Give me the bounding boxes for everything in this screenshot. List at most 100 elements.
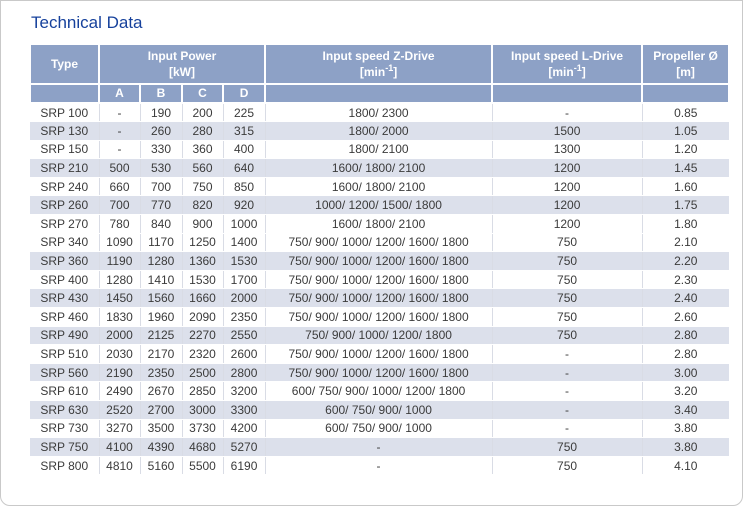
header-input-power-label: Input Power bbox=[100, 48, 264, 64]
cell-propeller: 0.85 bbox=[642, 103, 729, 122]
cell-propeller: 2.60 bbox=[642, 308, 729, 327]
table-row: SRP 100-1902002251800/ 2300-0.85 bbox=[30, 103, 729, 122]
cell-power-c: 3000 bbox=[182, 401, 223, 420]
cell-power-a: 780 bbox=[99, 215, 140, 234]
cell-propeller: 2.40 bbox=[642, 289, 729, 308]
cell-power-d: 225 bbox=[223, 103, 265, 122]
cell-power-a: 3270 bbox=[99, 419, 140, 438]
cell-power-c: 360 bbox=[182, 140, 223, 159]
cell-z-speed: 600/ 750/ 900/ 1000 bbox=[265, 419, 492, 438]
cell-power-c: 1360 bbox=[182, 252, 223, 271]
header-sub-a: A bbox=[99, 84, 140, 103]
header-row-main: Type Input Power [kW] Input speed Z-Driv… bbox=[30, 44, 729, 84]
table-row: SRP 6102490267028503200600/ 750/ 900/ 10… bbox=[30, 382, 729, 401]
cell-power-c: 2090 bbox=[182, 308, 223, 327]
cell-power-d: 850 bbox=[223, 177, 265, 196]
cell-z-speed: 600/ 750/ 900/ 1000/ 1200/ 1800 bbox=[265, 382, 492, 401]
cell-l-speed: - bbox=[492, 363, 642, 382]
cell-power-b: 2350 bbox=[140, 363, 182, 382]
cell-type: SRP 260 bbox=[30, 196, 99, 215]
table-row: SRP 150-3303604001800/ 210013001.20 bbox=[30, 140, 729, 159]
cell-power-d: 1530 bbox=[223, 252, 265, 271]
cell-type: SRP 800 bbox=[30, 456, 99, 475]
cell-z-speed: 750/ 900/ 1000/ 1200/ 1600/ 1800 bbox=[265, 252, 492, 271]
cell-z-speed: 1600/ 1800/ 2100 bbox=[265, 215, 492, 234]
cell-l-speed: 1200 bbox=[492, 159, 642, 178]
cell-power-c: 3730 bbox=[182, 419, 223, 438]
cell-power-c: 200 bbox=[182, 103, 223, 122]
header-sub-empty-type bbox=[30, 84, 99, 103]
cell-power-b: 1560 bbox=[140, 289, 182, 308]
cell-power-d: 2000 bbox=[223, 289, 265, 308]
cell-power-a: 1190 bbox=[99, 252, 140, 271]
header-z-drive-unit: [min-1] bbox=[266, 64, 491, 80]
cell-type: SRP 240 bbox=[30, 177, 99, 196]
cell-power-d: 1700 bbox=[223, 270, 265, 289]
cell-power-d: 5270 bbox=[223, 438, 265, 457]
cell-power-b: 260 bbox=[140, 122, 182, 141]
header-sub-empty-prop bbox=[642, 84, 729, 103]
cell-power-d: 4200 bbox=[223, 419, 265, 438]
header-type-label: Type bbox=[31, 56, 98, 72]
datasheet-page: Technical Data Type Input Power [kW] bbox=[0, 0, 743, 506]
cell-power-a: 700 bbox=[99, 196, 140, 215]
cell-l-speed: 750 bbox=[492, 438, 642, 457]
cell-power-a: - bbox=[99, 122, 140, 141]
cell-l-speed: - bbox=[492, 382, 642, 401]
cell-l-speed: 750 bbox=[492, 456, 642, 475]
header-sub-b: B bbox=[140, 84, 182, 103]
cell-power-a: 1090 bbox=[99, 233, 140, 252]
header-z-drive-label: Input speed Z-Drive bbox=[266, 48, 491, 64]
cell-l-speed: - bbox=[492, 103, 642, 122]
technical-data-table: Type Input Power [kW] Input speed Z-Driv… bbox=[29, 43, 730, 475]
cell-power-a: 2000 bbox=[99, 326, 140, 345]
cell-type: SRP 270 bbox=[30, 215, 99, 234]
cell-z-speed: - bbox=[265, 456, 492, 475]
header-sub-d: D bbox=[223, 84, 265, 103]
cell-propeller: 1.75 bbox=[642, 196, 729, 215]
cell-power-d: 920 bbox=[223, 196, 265, 215]
cell-power-d: 6190 bbox=[223, 456, 265, 475]
cell-z-speed: 750/ 900/ 1000/ 1200/ 1600/ 1800 bbox=[265, 308, 492, 327]
cell-type: SRP 510 bbox=[30, 345, 99, 364]
cell-l-speed: 750 bbox=[492, 289, 642, 308]
table-row: SRP 3401090117012501400750/ 900/ 1000/ 1… bbox=[30, 233, 729, 252]
cell-power-b: 1170 bbox=[140, 233, 182, 252]
header-sub-c: C bbox=[182, 84, 223, 103]
cell-power-d: 2550 bbox=[223, 326, 265, 345]
cell-l-speed: 750 bbox=[492, 252, 642, 271]
cell-type: SRP 430 bbox=[30, 289, 99, 308]
cell-power-b: 330 bbox=[140, 140, 182, 159]
cell-type: SRP 360 bbox=[30, 252, 99, 271]
table-row: SRP 4902000212522702550750/ 900/ 1000/ 1… bbox=[30, 326, 729, 345]
table-row: SRP 4601830196020902350750/ 900/ 1000/ 1… bbox=[30, 308, 729, 327]
cell-type: SRP 340 bbox=[30, 233, 99, 252]
cell-power-b: 3500 bbox=[140, 419, 182, 438]
cell-l-speed: 750 bbox=[492, 326, 642, 345]
cell-z-speed: 750/ 900/ 1000/ 1200/ 1600/ 1800 bbox=[265, 289, 492, 308]
table-row: SRP 2105005305606401600/ 1800/ 210012001… bbox=[30, 159, 729, 178]
cell-z-speed: 1600/ 1800/ 2100 bbox=[265, 159, 492, 178]
header-input-power: Input Power [kW] bbox=[99, 44, 265, 84]
cell-power-d: 3200 bbox=[223, 382, 265, 401]
cell-z-speed: 1800/ 2100 bbox=[265, 140, 492, 159]
cell-power-b: 1410 bbox=[140, 270, 182, 289]
cell-type: SRP 560 bbox=[30, 363, 99, 382]
cell-propeller: 2.30 bbox=[642, 270, 729, 289]
cell-power-a: 2490 bbox=[99, 382, 140, 401]
table-row: SRP 4001280141015301700750/ 900/ 1000/ 1… bbox=[30, 270, 729, 289]
cell-power-b: 2670 bbox=[140, 382, 182, 401]
cell-power-a: 1280 bbox=[99, 270, 140, 289]
cell-type: SRP 400 bbox=[30, 270, 99, 289]
cell-power-a: - bbox=[99, 103, 140, 122]
cell-power-c: 2850 bbox=[182, 382, 223, 401]
header-l-drive-unit: [min-1] bbox=[493, 64, 641, 80]
cell-type: SRP 150 bbox=[30, 140, 99, 159]
cell-z-speed: 750/ 900/ 1000/ 1200/ 1600/ 1800 bbox=[265, 345, 492, 364]
cell-power-b: 700 bbox=[140, 177, 182, 196]
cell-power-a: 4810 bbox=[99, 456, 140, 475]
cell-power-a: 2030 bbox=[99, 345, 140, 364]
cell-type: SRP 490 bbox=[30, 326, 99, 345]
cell-power-b: 1960 bbox=[140, 308, 182, 327]
header-propeller-label: Propeller Ø bbox=[643, 48, 728, 64]
